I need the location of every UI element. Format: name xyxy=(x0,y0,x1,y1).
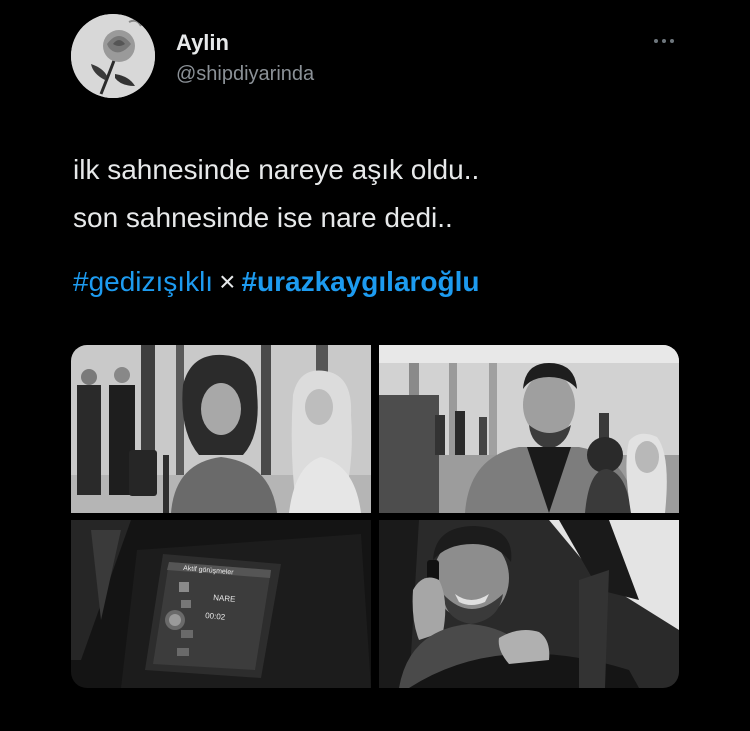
media-photo[interactable]: Aktif görüşmeler NARE 00:02 xyxy=(71,520,371,688)
tweet-line: ilk sahnesinde nareye aşık oldu.. xyxy=(73,154,480,185)
photo-airport-man xyxy=(379,345,679,513)
rose-icon xyxy=(71,14,155,98)
hashtag-link[interactable]: #urazkaygılaroğlu xyxy=(241,266,479,297)
more-dot xyxy=(662,39,666,43)
hashtags: #gedizışıklı × #urazkaygılaroğlu xyxy=(73,266,480,298)
media-photo[interactable] xyxy=(379,520,679,688)
tweet-text: ilk sahnesinde nareye aşık oldu.. son sa… xyxy=(73,146,479,242)
more-dot xyxy=(670,39,674,43)
more-dot xyxy=(654,39,658,43)
more-horizontal-icon[interactable] xyxy=(650,33,678,49)
photo-man-in-car xyxy=(379,520,679,688)
profile-avatar[interactable] xyxy=(71,14,155,98)
user-handle[interactable]: @shipdiyarinda xyxy=(176,63,314,86)
photo-airport-woman xyxy=(71,345,371,513)
media-grid: Aktif görüşmeler NARE 00:02 xyxy=(71,345,679,688)
hashtag-link[interactable]: #gedizışıklı xyxy=(73,266,213,297)
car-screen-time: 00:02 xyxy=(205,611,226,622)
display-name[interactable]: Aylin xyxy=(176,30,229,56)
tweet-line: son sahnesinde ise nare dedi.. xyxy=(73,202,453,233)
photo-car-screen: Aktif görüşmeler NARE 00:02 xyxy=(71,520,371,688)
media-photo[interactable] xyxy=(379,345,679,513)
media-photo[interactable] xyxy=(71,345,371,513)
separator: × xyxy=(219,266,236,297)
